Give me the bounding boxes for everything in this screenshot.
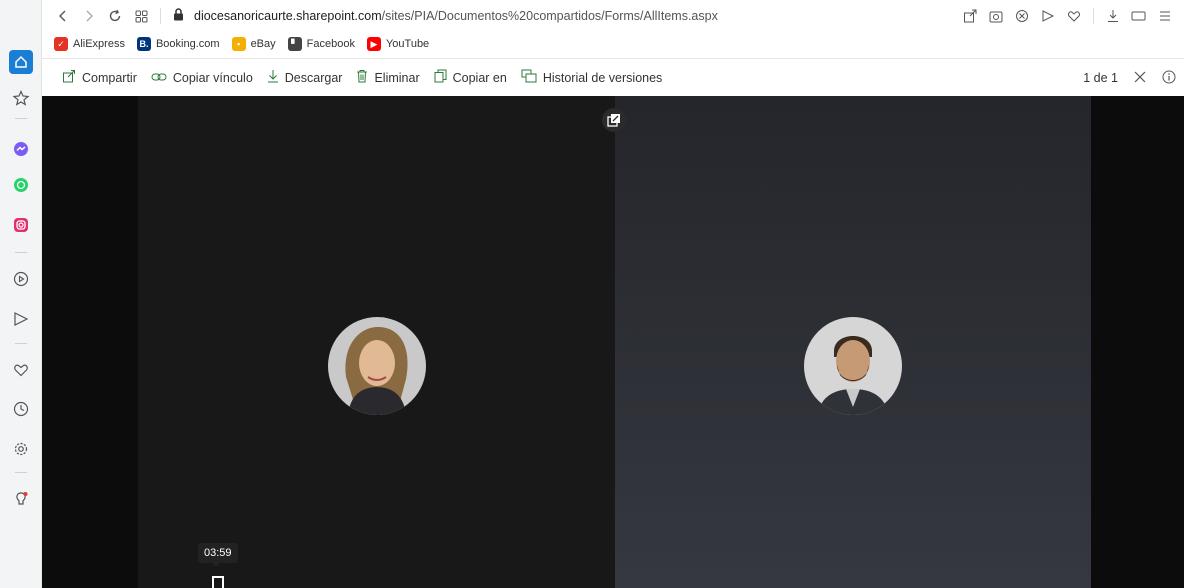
aliexpress-icon: ✓ (54, 37, 68, 51)
downloads-icon[interactable] (1102, 3, 1124, 29)
bookmark-youtube[interactable]: ▶ YouTube (366, 37, 430, 51)
messenger-icon[interactable] (9, 137, 33, 161)
bookmarks-bar: ✓ AliExpress B. Booking.com ▪ eBay ▘ Fac… (42, 32, 1184, 56)
home-icon[interactable] (9, 50, 33, 74)
address-divider (1093, 8, 1094, 24)
snapshot-icon[interactable] (985, 3, 1007, 29)
player-icon[interactable] (9, 267, 33, 291)
bookmark-label: YouTube (385, 38, 430, 50)
bookmark-label: Facebook (306, 38, 355, 50)
link-icon (151, 70, 167, 86)
reload-icon[interactable] (102, 3, 128, 29)
copy-link-button[interactable]: Copiar vínculo (151, 70, 253, 86)
menu-icon[interactable] (1154, 3, 1176, 29)
download-label: Descargar (284, 70, 343, 85)
document-icon: ▘ (287, 37, 302, 51)
download-icon (267, 69, 279, 86)
share-icon (62, 69, 76, 86)
bookmark-label: Booking.com (155, 38, 220, 50)
bookmark-ebay[interactable]: ▪ eBay (231, 37, 276, 51)
popout-icon[interactable] (602, 108, 626, 132)
bookmark-facebook[interactable]: ▘ Facebook (287, 37, 355, 51)
page-count: 1 de 1 (1083, 71, 1118, 85)
browser-sidebar (0, 0, 42, 588)
timeline-marker-icon[interactable] (212, 576, 224, 588)
sidebar-divider (15, 343, 27, 344)
participant-avatar-man (804, 317, 902, 415)
close-icon[interactable] (1134, 71, 1146, 86)
address-divider (160, 8, 161, 24)
delete-label: Eliminar (374, 70, 420, 85)
url-host: diocesanoricaurte.sharepoint.com (194, 9, 382, 23)
file-toolbar: Compartir Copiar vínculo Descargar Elimi… (42, 58, 1184, 96)
version-history-button[interactable]: Historial de versiones (521, 69, 663, 86)
url-field[interactable]: diocesanoricaurte.sharepoint.com /sites/… (173, 8, 718, 24)
heart-icon[interactable] (9, 358, 33, 382)
back-icon[interactable] (50, 3, 76, 29)
participant-tile-left (138, 96, 615, 588)
share-button[interactable]: Compartir (62, 69, 137, 86)
bookmark-aliexpress[interactable]: ✓ AliExpress (54, 37, 125, 51)
lightbulb-icon[interactable] (9, 488, 33, 512)
sidebar-divider (15, 252, 27, 253)
speed-dial-icon[interactable] (128, 3, 154, 29)
lock-icon (173, 8, 184, 24)
settings-icon[interactable] (9, 437, 33, 461)
version-history-icon (521, 69, 537, 86)
participant-tile-right (615, 96, 1091, 588)
url-path: /sites/PIA/Documentos%20compartidos/Form… (381, 9, 718, 23)
ebay-icon: ▪ (231, 37, 246, 51)
copy-icon (434, 69, 447, 86)
copy-to-button[interactable]: Copiar en (434, 69, 507, 86)
bookmark-booking[interactable]: B. Booking.com (136, 37, 220, 51)
sidebar-divider (15, 472, 27, 473)
timestamp-tooltip: 03:59 (198, 543, 238, 567)
battery-saver-icon[interactable] (1128, 3, 1150, 29)
address-bar: diocesanoricaurte.sharepoint.com /sites/… (42, 0, 1184, 32)
copy-to-label: Copiar en (452, 70, 507, 85)
trash-icon (356, 69, 368, 86)
flow-icon[interactable] (1037, 3, 1059, 29)
bookmark-heart-icon[interactable] (1063, 3, 1085, 29)
instagram-icon[interactable] (9, 213, 33, 237)
booking-icon: B. (136, 37, 151, 51)
adblock-icon[interactable] (1011, 3, 1033, 29)
video-player[interactable]: 03:59 (42, 96, 1184, 588)
send-icon[interactable] (9, 307, 33, 331)
download-button[interactable]: Descargar (267, 69, 343, 86)
forward-icon[interactable] (76, 3, 102, 29)
youtube-icon: ▶ (366, 37, 381, 51)
whatsapp-icon[interactable] (9, 173, 33, 197)
bookmark-label: AliExpress (73, 38, 125, 50)
info-icon[interactable] (1162, 70, 1176, 87)
participant-avatar-woman (328, 317, 426, 415)
history-icon[interactable] (9, 397, 33, 421)
share-label: Compartir (82, 70, 137, 85)
copy-link-label: Copiar vínculo (172, 70, 253, 85)
delete-button[interactable]: Eliminar (356, 69, 420, 86)
share-page-icon[interactable] (959, 3, 981, 29)
sidebar-divider (15, 118, 27, 119)
bookmark-label: eBay (250, 38, 276, 50)
favorites-icon[interactable] (9, 86, 33, 110)
version-history-label: Historial de versiones (542, 70, 663, 85)
